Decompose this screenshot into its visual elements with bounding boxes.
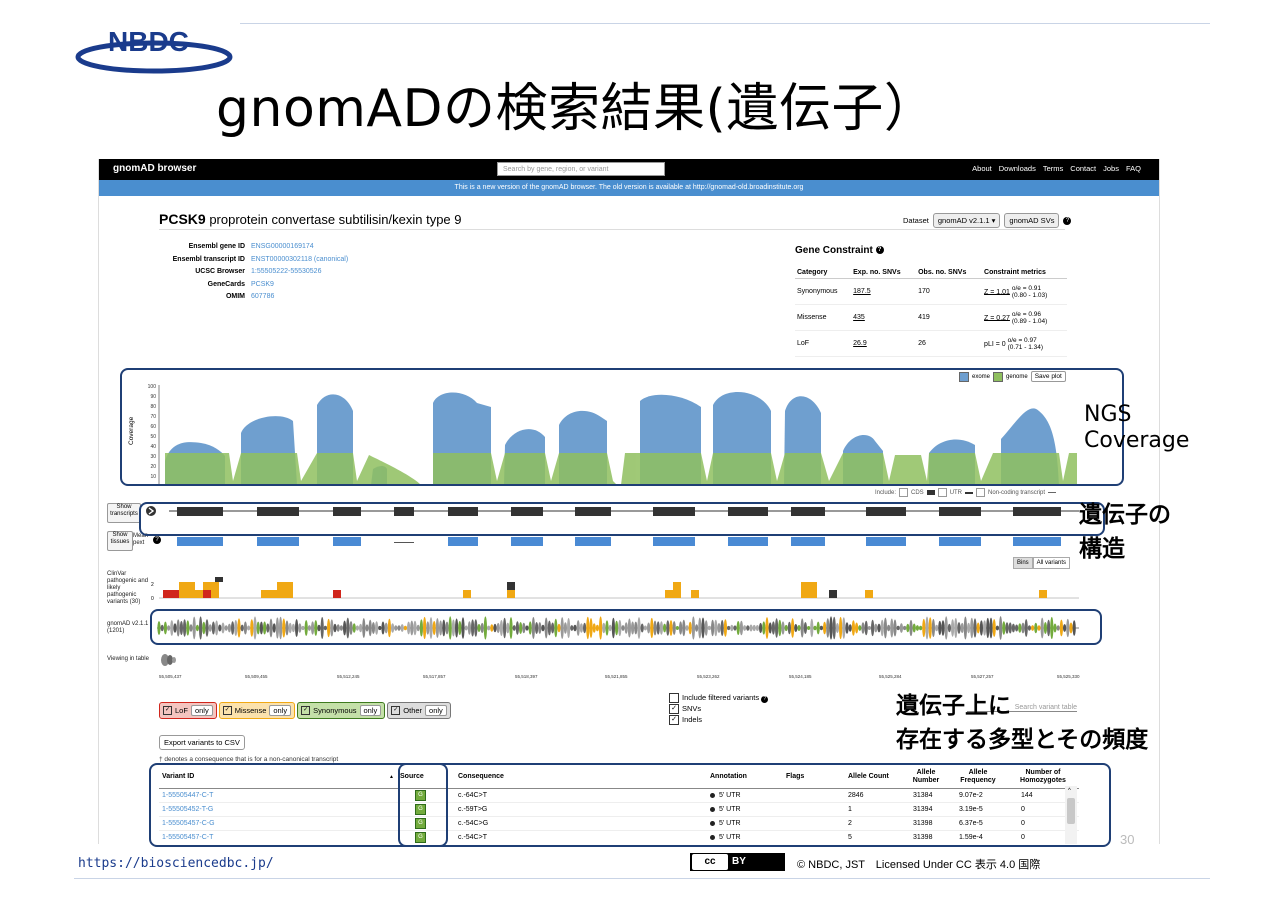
svg-text:0: 0 xyxy=(151,596,154,601)
help-icon[interactable]: ? xyxy=(1063,216,1072,225)
gene-structure-highlight-box xyxy=(139,502,1105,536)
gene-title: PCSK9 proprotein convertase subtilisin/k… xyxy=(159,211,462,227)
cds-checkbox[interactable] xyxy=(899,488,909,497)
consequence-filters: ✓ LoF only ✓ Missense only ✓ Synonymous only ✓… xyxy=(159,702,451,719)
export-csv-button[interactable]: Export variants to CSV xyxy=(159,735,245,750)
indels-option[interactable]: ✓ Indels xyxy=(669,714,768,726)
footer-url[interactable]: https://biosciencedbc.jp/ xyxy=(78,856,274,871)
th-category: Category xyxy=(795,267,852,279)
nav-contact[interactable]: Contact xyxy=(1070,164,1096,173)
footnote: † denotes a consequence that is for a no… xyxy=(159,756,339,763)
other-filter[interactable]: ✓ Other only xyxy=(387,702,451,719)
position-axis: 55,505,437 55,509,455 55,512,245 55,517,… xyxy=(159,674,1080,679)
navbar: gnomAD browser Search by gene, region, o… xyxy=(99,159,1159,180)
nav-terms[interactable]: Terms xyxy=(1043,164,1063,173)
show-transcripts-button[interactable]: Show transcripts xyxy=(107,503,141,523)
version-banner: This is a new version of the gnomAD brow… xyxy=(99,180,1159,196)
include-filtered-option[interactable]: Include filtered variants ? xyxy=(669,692,769,704)
brand-link[interactable]: gnomAD browser xyxy=(113,163,196,174)
info-key: GeneCards xyxy=(207,280,245,288)
dataset-select[interactable]: gnomAD v2.1.1 ▾ xyxy=(932,213,1001,228)
nav-downloads[interactable]: Downloads xyxy=(999,164,1036,173)
svg-text:2: 2 xyxy=(151,582,154,588)
lof-filter[interactable]: ✓ LoF only xyxy=(159,702,217,719)
other-only-button[interactable]: only xyxy=(425,705,447,716)
nav-about[interactable]: About xyxy=(972,164,992,173)
include-options: Include: CDS UTR Non-coding transcript xyxy=(875,488,1057,497)
ucsc-link[interactable]: 1:55505222-55530526 xyxy=(251,268,321,281)
th-metrics: Constraint metrics xyxy=(982,267,1067,279)
gene-full-name: proprotein convertase subtilisin/kexin t… xyxy=(209,212,462,227)
slide-bottom-rule xyxy=(74,878,1210,879)
clinvar-track: 2 0 xyxy=(151,577,1079,601)
search-input[interactable]: Search by gene, region, or variant xyxy=(497,162,665,176)
variant-table-highlight-box xyxy=(149,763,1111,847)
utr-checkbox[interactable] xyxy=(937,488,947,497)
info-key: UCSC Browser xyxy=(195,268,245,275)
variant-track-highlight-box xyxy=(150,609,1102,645)
page-number: 30 xyxy=(1120,832,1135,847)
slide-top-rule xyxy=(240,23,1210,24)
th-exp: Exp. no. SNVs xyxy=(851,267,917,279)
clinvar-label: ClinVar pathogenic and likely pathogenic… xyxy=(107,571,149,605)
constraint-row: LoF 26.9 26 pLI = 0 o/e = 0.97 (0.71 - 1.34… xyxy=(795,330,1067,357)
help-icon[interactable]: ? xyxy=(875,246,884,255)
info-key: OMIM xyxy=(225,293,245,300)
logo-text: NBDC xyxy=(108,26,189,57)
viewing-in-table-label: Viewing in table xyxy=(107,656,149,662)
divider xyxy=(159,229,1065,230)
clinvar-bars xyxy=(163,577,1047,598)
gnomad-track-label: gnomAD v2.1.1 (1201) xyxy=(107,621,149,634)
viewing-glyph xyxy=(161,654,176,666)
omim-link[interactable]: 607786 xyxy=(251,293,274,306)
license-text: © NBDC, JST Licensed Under CC 表示 4.0 国際 xyxy=(797,859,1041,871)
constraint-row: Synonymous 187.5 170 Z = 1.01 o/e = 0.91 (0… xyxy=(795,278,1067,305)
annotation-variants: 遺伝子上に 存在する多型とその頻度 xyxy=(896,693,1149,753)
lof-only-button[interactable]: only xyxy=(190,705,213,716)
slide-title: gnomADの検索結果(遺伝子） xyxy=(216,79,937,139)
th-obs: Obs. no. SNVs xyxy=(916,267,983,279)
bins-toggle: Bins All variants xyxy=(1013,557,1071,569)
gene-info: Ensembl gene ID ENSG00000169174 Ensembl t… xyxy=(159,243,349,306)
show-tissues-button[interactable]: Show tissues xyxy=(107,531,133,551)
nav-links: About Downloads Terms Contact Jobs FAQ xyxy=(972,164,1141,173)
info-key: Ensembl transcript ID xyxy=(172,255,245,263)
pext-track xyxy=(177,537,1061,546)
variant-type-options: Include filtered variants ? ✓ SNVs ✓ Indel… xyxy=(669,692,769,726)
constraint-table: Category Exp. no. SNVs Obs. no. SNVs Con… xyxy=(795,267,1067,357)
dataset-label: Dataset xyxy=(903,216,929,225)
missense-filter[interactable]: ✓ Missense only xyxy=(218,702,296,719)
genecards-link[interactable]: PCSK9 xyxy=(251,281,274,294)
coverage-highlight-box xyxy=(120,368,1124,486)
gene-constraint-title: Gene Constraint ? xyxy=(795,245,884,256)
nav-faq[interactable]: FAQ xyxy=(1126,164,1141,173)
cc-by-label: BY xyxy=(732,856,746,867)
source-column-highlight-box xyxy=(398,763,448,847)
constraint-row: Missense 435 419 Z = 0.27 o/e = 0.96 (0.89 … xyxy=(795,304,1067,331)
noncoding-checkbox[interactable] xyxy=(976,488,986,497)
nbdc-logo: NBDC xyxy=(75,26,233,74)
creative-commons-icon: cc xyxy=(692,854,728,870)
nav-jobs[interactable]: Jobs xyxy=(1103,164,1119,173)
snvs-option[interactable]: ✓ SNVs xyxy=(669,703,768,715)
bins-button[interactable]: Bins xyxy=(1013,557,1033,569)
ensembl-gene-link[interactable]: ENSG00000169174 xyxy=(251,243,314,256)
ensembl-transcript-link[interactable]: ENST00000302118 (canonical) xyxy=(251,256,348,269)
cc-by-badge: cc BY xyxy=(690,853,785,871)
all-variants-button[interactable]: All variants xyxy=(1032,557,1071,569)
annotation-coverage: NGS Coverage xyxy=(1084,402,1190,453)
dataset-selector: Dataset gnomAD v2.1.1 ▾ gnomAD SVs ? xyxy=(903,213,1072,228)
synonymous-only-button[interactable]: only xyxy=(359,705,382,716)
synonymous-filter[interactable]: ✓ Synonymous only xyxy=(297,702,386,719)
dataset-svs-button[interactable]: gnomAD SVs xyxy=(1004,213,1060,228)
help-icon: ? xyxy=(761,696,769,703)
annotation-structure: 遺伝子の 構造 xyxy=(1079,502,1171,562)
info-key: Ensembl gene ID xyxy=(188,243,245,250)
missense-only-button[interactable]: only xyxy=(269,705,292,716)
gene-symbol: PCSK9 xyxy=(159,211,206,227)
